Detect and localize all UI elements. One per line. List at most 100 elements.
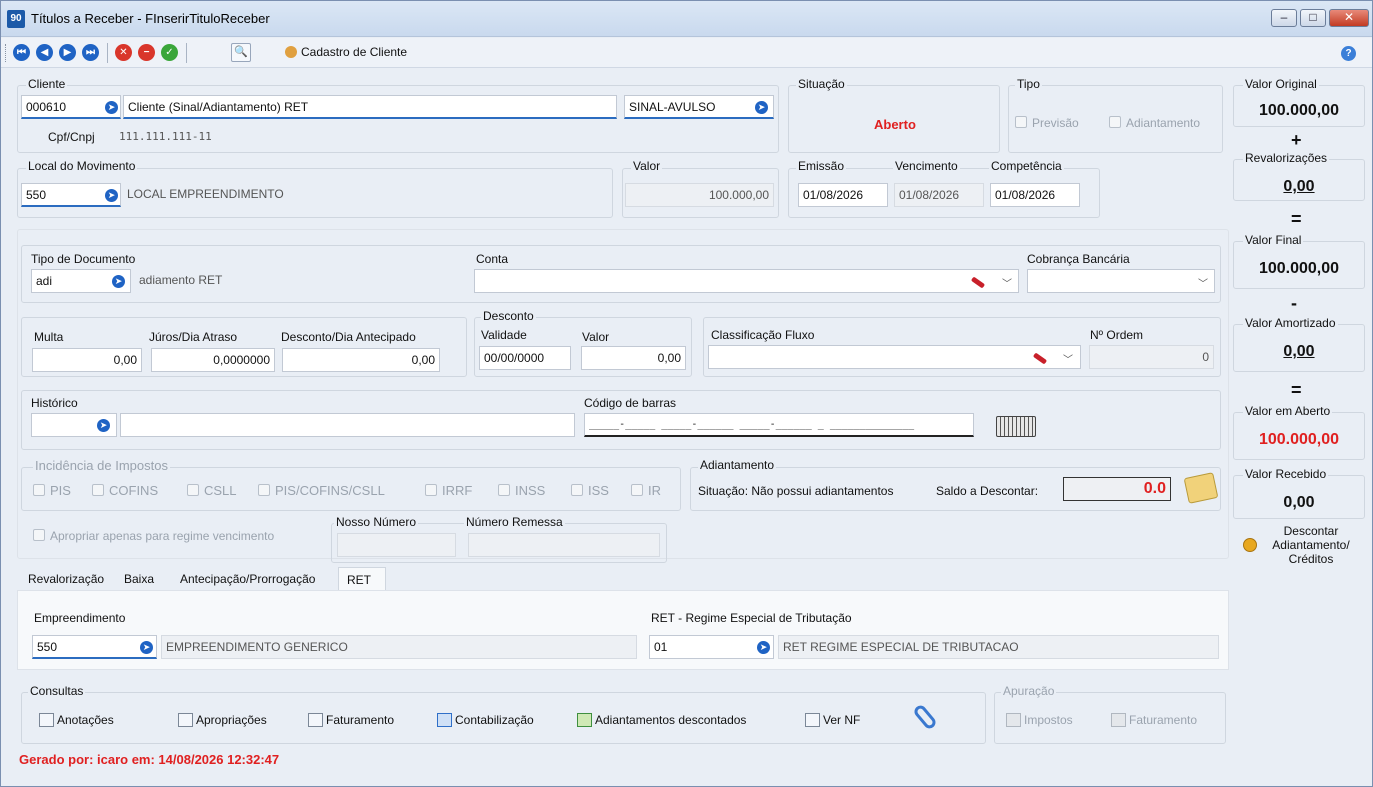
adiantamentos-descontados-button[interactable]: Adiantamentos descontados — [577, 713, 746, 727]
first-record-icon[interactable]: ⏮ — [13, 44, 30, 61]
cancel-icon[interactable]: ✕ — [115, 44, 132, 61]
competencia-input[interactable]: 01/08/2026 — [990, 183, 1080, 207]
confirm-icon[interactable]: ✓ — [161, 44, 178, 61]
lookup-icon[interactable]: ➤ — [757, 641, 770, 654]
apropriar-checkbox[interactable]: Apropriar apenas para regime vencimento — [33, 529, 274, 543]
cliente-name-input[interactable]: Cliente (Sinal/Adiantamento) RET — [123, 95, 617, 119]
search-icon[interactable]: 🔍 — [231, 43, 251, 62]
csll-checkbox[interactable]: CSLL — [187, 483, 237, 498]
empreendimento-name: EMPREENDIMENTO GENERICO — [161, 635, 637, 659]
desconto-dia-label: Desconto/Dia Antecipado — [281, 330, 416, 344]
apropriacoes-icon — [178, 713, 193, 727]
validade-input[interactable]: 00/00/0000 — [479, 346, 571, 370]
previsao-checkbox[interactable]: Previsão — [1015, 116, 1079, 130]
cobranca-select[interactable] — [1027, 269, 1215, 293]
previous-record-icon[interactable]: ◀ — [36, 44, 53, 61]
descontar-adiantamento-button[interactable]: Descontar Adiantamento/ Créditos — [1263, 524, 1359, 566]
contabilizacao-icon — [437, 713, 452, 727]
iss-checkbox[interactable]: ISS — [571, 483, 609, 498]
lookup-icon[interactable]: ➤ — [105, 101, 118, 114]
pis-cofins-csll-label: PIS/COFINS/CSLL — [275, 483, 385, 498]
coin-icon[interactable] — [1243, 538, 1257, 552]
delete-icon[interactable]: − — [138, 44, 155, 61]
situacao-label: Situação — [796, 77, 847, 91]
valor-final-box: 100.000,00 — [1233, 241, 1365, 289]
tab-revalorizacao[interactable]: Revalorização — [23, 567, 109, 591]
keyboard-icon[interactable] — [996, 416, 1036, 437]
tab-antecipacao[interactable]: Antecipação/Prorrogação — [175, 567, 320, 591]
chevron-down-icon[interactable]: ﹀ — [1198, 275, 1208, 290]
valor-amortizado-value[interactable]: 0,00 — [1234, 343, 1364, 361]
lookup-icon[interactable]: ➤ — [112, 275, 125, 288]
numero-remessa-label: Número Remessa — [464, 515, 565, 529]
consultas-label: Consultas — [28, 684, 86, 698]
desconto-valor-input[interactable]: 0,00 — [581, 346, 686, 370]
irrf-checkbox[interactable]: IRRF — [425, 483, 472, 498]
emissao-label: Emissão — [796, 159, 847, 173]
previsao-label: Previsão — [1032, 116, 1079, 130]
contabilizacao-button[interactable]: Contabilização — [437, 713, 534, 727]
revalorizacoes-value[interactable]: 0,00 — [1234, 178, 1364, 196]
nosso-numero-input — [337, 533, 456, 557]
valor-recebido-label: Valor Recebido — [1243, 467, 1329, 481]
juros-input[interactable]: 0,0000000 — [151, 348, 275, 372]
tab-ret[interactable]: RET — [338, 567, 386, 591]
help-icon[interactable]: ? — [1341, 46, 1356, 61]
emissao-input[interactable]: 01/08/2026 — [798, 183, 888, 207]
impostos-label: Incidência de Impostos — [33, 458, 170, 473]
cadastro-cliente-label: Cadastro de Cliente — [301, 45, 408, 59]
tipo-documento-label: Tipo de Documento — [31, 252, 136, 266]
faturamento-button[interactable]: Faturamento — [308, 713, 394, 727]
adiantamento-checkbox[interactable]: Adiantamento — [1109, 116, 1200, 130]
document-icon — [308, 713, 323, 727]
fluxo-select[interactable] — [708, 345, 1081, 369]
last-record-icon[interactable]: ⏭ — [82, 44, 99, 61]
apuracao-faturamento-button[interactable]: Faturamento — [1111, 713, 1197, 727]
apuracao-impostos-button[interactable]: Impostos — [1006, 713, 1073, 727]
toolbar-separator — [186, 43, 187, 63]
empreendimento-label: Empreendimento — [34, 611, 126, 625]
minimize-button[interactable]: – — [1271, 9, 1297, 27]
pis-cofins-csll-checkbox[interactable]: PIS/COFINS/CSLL — [258, 483, 385, 498]
ir-checkbox[interactable]: IR — [631, 483, 661, 498]
ver-nf-button[interactable]: Ver NF — [805, 713, 860, 727]
lookup-icon[interactable]: ➤ — [105, 189, 118, 202]
desconto-valor-label: Valor — [582, 330, 610, 344]
inss-checkbox[interactable]: INSS — [498, 483, 545, 498]
conta-label: Conta — [476, 252, 509, 266]
historico-text-input[interactable] — [120, 413, 575, 437]
gerado-por-text: Gerado por: icaro em: 14/08/2026 12:32:4… — [19, 752, 280, 767]
cadastro-cliente-button[interactable]: Cadastro de Cliente — [285, 45, 407, 59]
competencia-label: Competência — [989, 159, 1064, 173]
saldo-value: 0.0 — [1063, 477, 1171, 501]
lookup-icon[interactable]: ➤ — [755, 101, 768, 114]
tipo-cliente-input[interactable]: SINAL-AVULSO — [624, 95, 774, 119]
regime-label: RET - Regime Especial de Tributação — [651, 611, 852, 625]
ordem-input: 0 — [1089, 345, 1214, 369]
valor-label: Valor — [631, 159, 663, 173]
desconto-dia-input[interactable]: 0,00 — [282, 348, 440, 372]
chevron-down-icon[interactable]: ﹀ — [1002, 275, 1012, 290]
apropriacoes-button[interactable]: Apropriações — [178, 713, 267, 727]
juros-label: Júros/Dia Atraso — [149, 330, 238, 344]
pis-label: PIS — [50, 483, 71, 498]
impostos-icon — [1006, 713, 1021, 727]
multa-input[interactable]: 0,00 — [32, 348, 142, 372]
chevron-down-icon[interactable]: ﹀ — [1063, 351, 1073, 366]
tab-baixa[interactable]: Baixa — [119, 567, 159, 591]
close-button[interactable]: ✕ — [1329, 9, 1369, 27]
lookup-icon[interactable]: ➤ — [140, 641, 153, 654]
maximize-button[interactable]: □ — [1300, 9, 1326, 27]
conta-select[interactable] — [474, 269, 1019, 293]
cofins-checkbox[interactable]: COFINS — [92, 483, 158, 498]
anotacoes-button[interactable]: Anotações — [39, 713, 114, 727]
situacao-value: Aberto — [874, 117, 916, 132]
pis-checkbox[interactable]: PIS — [33, 483, 71, 498]
local-label: Local do Movimento — [26, 159, 138, 173]
next-record-icon[interactable]: ▶ — [59, 44, 76, 61]
lookup-icon[interactable]: ➤ — [97, 419, 110, 432]
regime-code-input[interactable]: 01 — [649, 635, 774, 659]
empreendimento-code-input[interactable]: 550 — [32, 635, 157, 659]
codigo-barras-input[interactable]: _____-_____ _____-______ _____-______ _ … — [584, 413, 974, 437]
cobranca-label: Cobrança Bancária — [1027, 252, 1130, 266]
